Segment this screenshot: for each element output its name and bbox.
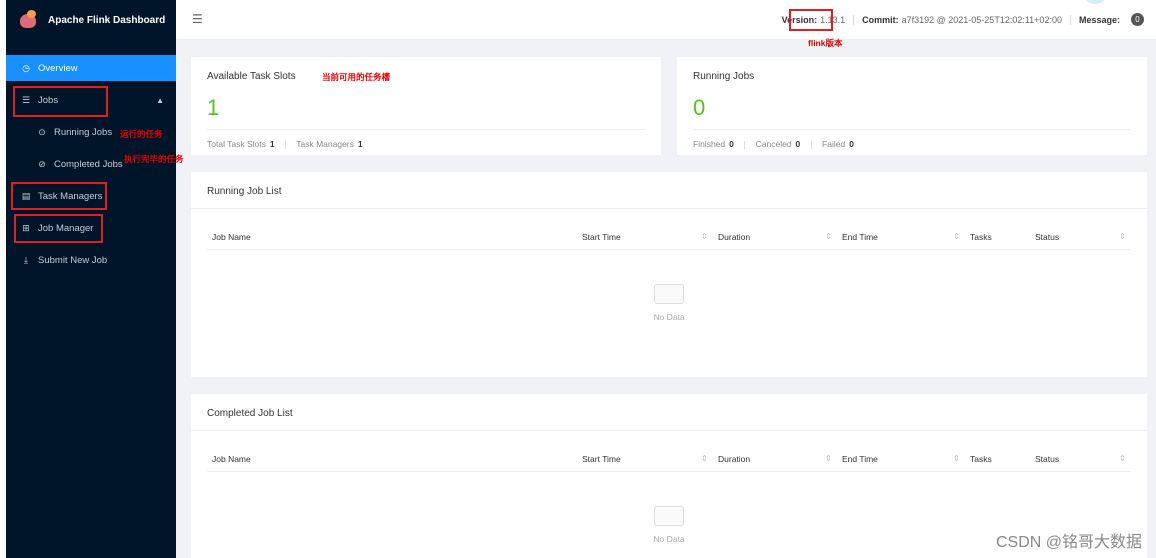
task-managers-highlight-box: [11, 182, 107, 210]
col-start-time[interactable]: Start Time: [582, 454, 621, 464]
task-slots-title: Available Task Slots: [207, 71, 296, 82]
col-status[interactable]: Status: [1035, 232, 1059, 242]
sort-icon[interactable]: ⇕: [953, 232, 960, 241]
watermark: CSDN @铭哥大数据: [995, 534, 1142, 551]
app-title: Apache Flink Dashboard: [48, 14, 166, 26]
col-job-name[interactable]: Job Name: [212, 454, 251, 464]
annotation-running: 运行的任务: [120, 129, 163, 139]
col-duration[interactable]: Duration: [718, 454, 750, 464]
commit-value: a7f3192 @ 2021-05-25T12:02:11+02:00: [901, 14, 1062, 25]
sidebar-item-overview[interactable]: ◷ Overview: [6, 55, 176, 81]
col-duration[interactable]: Duration: [718, 232, 750, 242]
running-jobs-card: Running Jobs 0 Finished 0 Canceled 0 Faile…: [677, 57, 1147, 155]
menu-fold-icon[interactable]: ☰: [192, 12, 203, 26]
completed-job-list-title: Completed Job List: [207, 408, 293, 419]
sort-icon[interactable]: ⇕: [1119, 454, 1126, 463]
col-job-name[interactable]: Job Name: [212, 232, 251, 242]
version-highlight-box: [789, 9, 833, 31]
running-jobs-title: Running Jobs: [693, 71, 755, 82]
check-circle-icon: ⊘: [38, 158, 46, 169]
play-circle-icon: ⊙: [38, 126, 46, 137]
sort-icon[interactable]: ⇕: [825, 232, 832, 241]
commit-label: Commit:: [862, 14, 899, 25]
empty-inbox-icon: [654, 506, 684, 526]
col-end-time[interactable]: End Time: [842, 454, 878, 464]
sort-icon[interactable]: ⇕: [701, 232, 708, 241]
running-job-list-title: Running Job List: [207, 186, 282, 197]
running-table-header: Job Name Start Time ⇕ Duration ⇕ End Tim…: [207, 222, 1131, 250]
sort-icon[interactable]: ⇕: [1119, 232, 1126, 241]
sort-icon[interactable]: ⇕: [825, 454, 832, 463]
running-empty-state: No Data: [191, 284, 1147, 322]
annotation-completed: 执行完毕的任务: [124, 154, 184, 164]
col-status[interactable]: Status: [1035, 454, 1059, 464]
task-slots-card: Available Task Slots 1 Total Task Slots 1…: [191, 57, 661, 155]
annotation-version: flink版本: [808, 38, 843, 48]
brand[interactable]: Apache Flink Dashboard: [6, 0, 176, 40]
header-info: Version: 1.13.1 Commit: a7f3192 @ 2021-0…: [782, 13, 1144, 26]
empty-inbox-icon: [654, 284, 684, 304]
dashboard-icon: ◷: [22, 62, 30, 73]
flink-logo-icon: [18, 10, 38, 30]
job-manager-highlight-box: [14, 214, 103, 243]
col-end-time[interactable]: End Time: [842, 232, 878, 242]
running-jobs-stats: Finished 0 Canceled 0 Failed 0: [693, 139, 854, 149]
running-job-list: Running Job List Job Name Start Time ⇕ D…: [191, 172, 1147, 377]
sort-icon[interactable]: ⇕: [701, 454, 708, 463]
col-start-time[interactable]: Start Time: [582, 232, 621, 242]
sidebar-item-submit-new-job[interactable]: ⤓ Submit New Job: [6, 247, 176, 273]
sort-icon[interactable]: ⇕: [953, 454, 960, 463]
sidebar: Apache Flink Dashboard ◷ Overview ☰ Jobs…: [6, 0, 176, 558]
message-label: Message:: [1078, 14, 1120, 25]
jobs-highlight-box: [13, 86, 108, 117]
message-badge[interactable]: 0: [1131, 13, 1144, 26]
col-tasks[interactable]: Tasks: [970, 454, 992, 464]
task-slots-stats: Total Task Slots 1 Task Managers 1: [207, 139, 363, 149]
upload-icon: ⤓: [24, 254, 28, 265]
avatar: [1082, 0, 1108, 4]
task-slots-value: 1: [207, 95, 220, 120]
top-header: ☰ Version: 1.13.1 Commit: a7f3192 @ 2021…: [176, 0, 1156, 40]
annotation-task-slots: 当前可用的任务槽: [322, 72, 391, 82]
completed-table-header: Job Name Start Time ⇕ Duration ⇕ End Tim…: [207, 444, 1131, 472]
col-tasks[interactable]: Tasks: [970, 232, 992, 242]
main-content: Available Task Slots 1 Total Task Slots 1…: [176, 40, 1156, 558]
chevron-up-icon: ▲: [156, 95, 164, 105]
running-jobs-value: 0: [693, 95, 706, 120]
